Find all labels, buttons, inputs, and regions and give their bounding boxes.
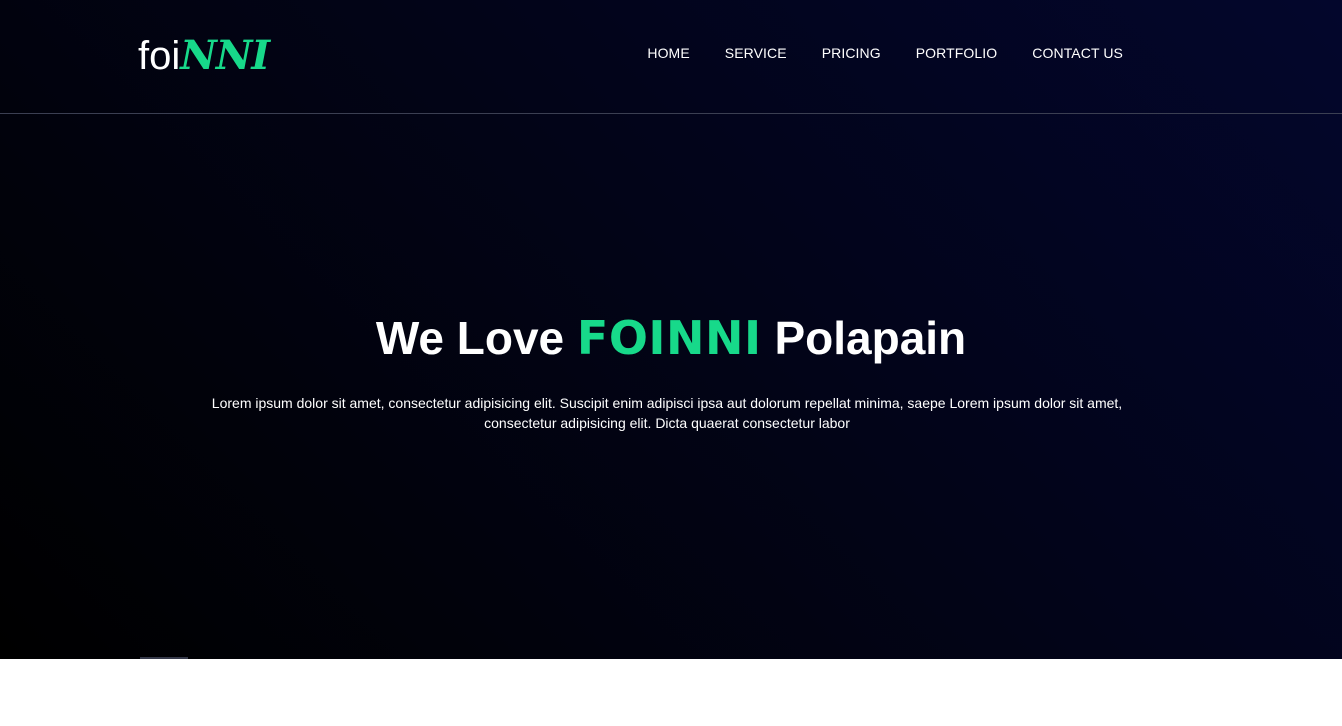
nav-list: HOME SERVICE PRICING PORTFOLIO CONTACT U… <box>647 44 1123 62</box>
headline-outro: Polapain <box>774 312 967 364</box>
hero-description: Lorem ipsum dolor sit amet, consectetur … <box>211 395 1123 431</box>
logo-accent-text: NNI <box>180 32 270 79</box>
headline-brand: FOINNI <box>576 311 762 365</box>
site-header: foi NNI HOME SERVICE PRICING PORTFOLIO CO… <box>0 0 1342 114</box>
hero-headline: We Love FOINNI Polapain <box>0 309 1342 367</box>
logo-plain-text: foi <box>138 34 181 78</box>
hero-section: foi NNI HOME SERVICE PRICING PORTFOLIO CO… <box>0 0 1342 659</box>
nav-link-service[interactable]: SERVICE <box>725 44 787 62</box>
nav-link-pricing[interactable]: PRICING <box>822 44 881 62</box>
site-logo[interactable]: foi NNI <box>138 32 270 80</box>
nav-link-contact-us[interactable]: CONTACT US <box>1032 44 1123 62</box>
hero-bottom-marker <box>140 657 188 659</box>
nav-link-home[interactable]: HOME <box>647 44 689 62</box>
nav-link-portfolio[interactable]: PORTFOLIO <box>916 44 998 62</box>
headline-intro: We Love <box>375 312 565 364</box>
